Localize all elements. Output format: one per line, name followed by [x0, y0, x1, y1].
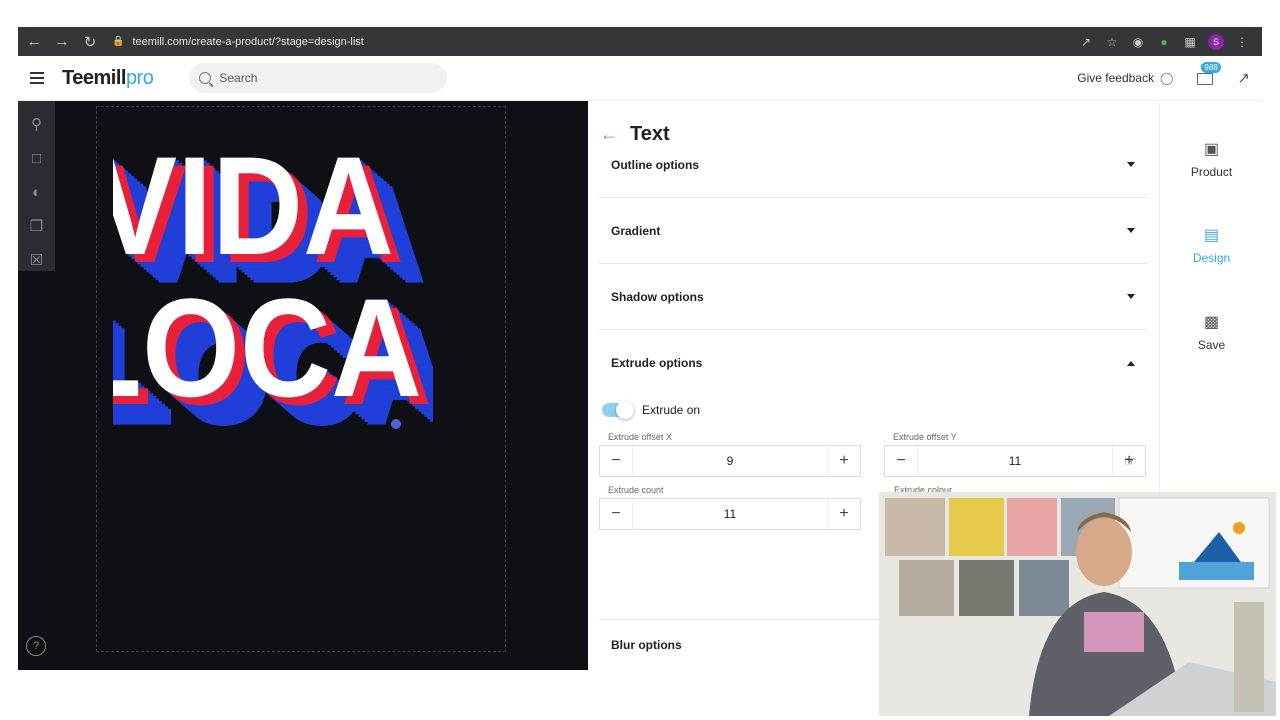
search-placeholder: Search: [219, 71, 258, 85]
canvas-toolbar: ⚲ □ ◐ ❐ ☒: [18, 101, 55, 271]
increment-button[interactable]: +: [828, 505, 860, 523]
decrement-button[interactable]: −: [600, 452, 632, 470]
extrude-toggle-label: Extrude on: [642, 403, 701, 417]
vida-loca-artwork[interactable]: VIDALOCAVIDALOCAVIDALOCAVIDALOCAVIDALOCA…: [113, 126, 433, 456]
browser-toolbar: ← → ↻ 🔒 teemill.com/create-a-product/?st…: [18, 27, 1262, 56]
extrude-count: Extrude count − 11 +: [599, 485, 861, 530]
logo-main: Teemill: [62, 66, 126, 89]
caret-down-icon: [1127, 228, 1135, 233]
mouse-cursor-icon: ☞: [1124, 453, 1137, 469]
search-input[interactable]: Search: [189, 63, 448, 93]
accordion-label: Blur options: [611, 637, 682, 652]
tshirt-icon: ▣: [1203, 141, 1220, 158]
search-icon: [199, 72, 212, 84]
offset-x-value[interactable]: 9: [632, 446, 828, 476]
reload-icon[interactable]: ↻: [78, 30, 102, 54]
back-icon[interactable]: ←: [22, 30, 46, 54]
accordion-label: Outline options: [611, 157, 699, 172]
outline-options-header[interactable]: Outline options: [599, 132, 1147, 198]
nav-label: Save: [1197, 338, 1226, 352]
logo-suffix: pro: [125, 66, 154, 89]
camera-icon[interactable]: ◉: [1130, 34, 1146, 50]
open-external-icon[interactable]: ↗: [1078, 34, 1094, 50]
puzzle-icon[interactable]: ▦: [1182, 34, 1198, 50]
menu-icon[interactable]: [30, 72, 44, 84]
gradient-header[interactable]: Gradient: [599, 198, 1147, 264]
more-menu-icon[interactable]: ⋮: [1234, 34, 1250, 50]
offset-x-label: Extrude offset X: [608, 432, 672, 442]
offset-y-value[interactable]: 11: [917, 446, 1113, 476]
extrude-options-header[interactable]: Extrude options: [599, 330, 1147, 396]
decrement-button[interactable]: −: [600, 505, 632, 523]
decrement-button[interactable]: −: [885, 452, 917, 470]
address-bar[interactable]: 🔒 teemill.com/create-a-product/?stage=de…: [112, 36, 1078, 48]
zoom-icon[interactable]: ⚲: [27, 113, 47, 135]
nav-save[interactable]: ▩ Save: [1160, 312, 1263, 352]
extrude-offset-y: Extrude offset Y − 11 +: [884, 432, 1146, 477]
design-canvas[interactable]: ⚲ □ ◐ ❐ ☒ VIDALOCAVIDALOCAVIDALOCAVIDALO…: [18, 101, 588, 670]
tshirt-view-icon[interactable]: □: [27, 147, 47, 169]
webcam-feed-image: [879, 492, 1276, 716]
extrude-toggle[interactable]: [602, 401, 634, 419]
extension-icon[interactable]: ●: [1156, 34, 1172, 50]
artwork-line2: LOCA: [113, 270, 422, 427]
caret-down-icon: [1127, 294, 1135, 299]
nav-label: Product: [1190, 165, 1233, 179]
transform-handle[interactable]: [391, 419, 401, 429]
bookmark-star-icon[interactable]: ☆: [1104, 34, 1120, 50]
caret-up-icon: [1127, 360, 1135, 366]
accordion-label: Gradient: [611, 223, 661, 238]
notifications-button[interactable]: 988: [1195, 62, 1221, 88]
shadow-options-header[interactable]: Shadow options: [599, 264, 1147, 330]
mail-icon: [1197, 73, 1214, 85]
nav-product[interactable]: ▣ Product: [1160, 139, 1263, 179]
teemill-logo[interactable]: Teemillpro: [62, 66, 154, 90]
artwork-line1: VIDA: [113, 128, 394, 285]
webcam-overlay: [879, 492, 1276, 716]
forward-icon[interactable]: →: [50, 30, 74, 54]
url-text: teemill.com/create-a-product/?stage=desi…: [132, 35, 364, 48]
trash-icon[interactable]: ☒: [27, 249, 47, 271]
increment-button[interactable]: +: [828, 452, 860, 470]
nav-design[interactable]: ▤ Design: [1160, 225, 1263, 265]
offset-y-label: Extrude offset Y: [893, 432, 957, 442]
count-label: Extrude count: [608, 485, 664, 495]
open-new-window-icon[interactable]: ↗: [1237, 69, 1250, 87]
duplicate-icon[interactable]: ❐: [27, 215, 47, 237]
nav-label: Design: [1192, 251, 1231, 265]
count-value[interactable]: 11: [632, 499, 828, 529]
feedback-label: Give feedback: [1077, 71, 1154, 85]
caret-down-icon: [1127, 162, 1135, 167]
palette-icon[interactable]: ◐: [27, 181, 47, 203]
lock-icon: 🔒: [112, 36, 125, 47]
help-icon[interactable]: ?: [26, 636, 46, 656]
give-feedback-button[interactable]: Give feedback ◯: [1077, 71, 1173, 85]
app-header: Teemillpro Search Give feedback ◯ 988 ↗: [18, 56, 1262, 101]
save-icon: ▩: [1203, 314, 1220, 331]
notification-badge: 988: [1201, 62, 1221, 73]
image-icon: ▤: [1203, 227, 1220, 244]
accordion-label: Extrude options: [611, 356, 703, 370]
accordion-label: Shadow options: [611, 289, 704, 304]
extrude-offset-x: Extrude offset X − 9 +: [599, 432, 861, 477]
profile-avatar[interactable]: S: [1208, 33, 1224, 50]
chat-bubble-icon: ◯: [1159, 71, 1174, 85]
